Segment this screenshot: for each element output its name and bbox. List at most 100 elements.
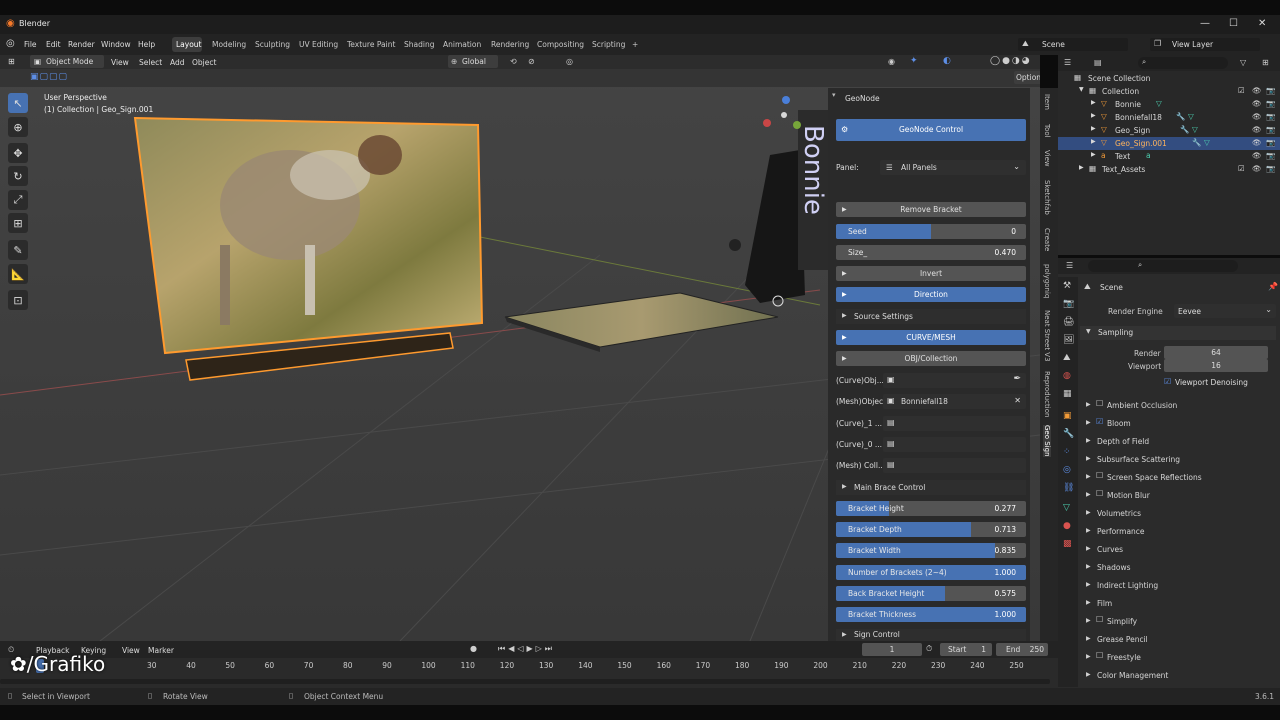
- timeline-menu-view[interactable]: View: [122, 646, 140, 655]
- section-subsurface-scattering[interactable]: ▶ Subsurface Scattering: [1082, 452, 1278, 466]
- curve-object-field[interactable]: ▣ ✒: [883, 373, 1026, 388]
- eye-icon[interactable]: 👁: [1252, 138, 1262, 147]
- outliner-item-collection[interactable]: ▼ ▦ Collection ☑ 👁 📷: [1058, 85, 1280, 98]
- camera-icon[interactable]: 📷: [1266, 86, 1275, 95]
- material-tab-icon[interactable]: ●: [1063, 521, 1071, 531]
- section-screen-space-reflections[interactable]: ▶ ☐ Screen Space Reflections: [1082, 470, 1278, 484]
- particles-tab-icon[interactable]: ⁘: [1063, 447, 1071, 457]
- output-tab-icon[interactable]: 🖨: [1063, 317, 1074, 327]
- invert-button[interactable]: ▶ Invert: [836, 266, 1026, 281]
- shading-modes-icon[interactable]: ◯●◑◕: [990, 56, 1032, 66]
- blender-menu-icon[interactable]: ◎: [6, 38, 15, 49]
- measure-tool-button[interactable]: 📐: [8, 264, 28, 284]
- section-curves[interactable]: ▶ Curves: [1082, 542, 1278, 556]
- tab-create[interactable]: Create: [1043, 228, 1051, 251]
- modifier-tab-icon[interactable]: 🔧: [1063, 429, 1074, 439]
- outliner-search-input[interactable]: ⌕: [1138, 57, 1228, 69]
- eye-icon[interactable]: 👁: [1252, 125, 1262, 134]
- eyedropper-icon[interactable]: ✒: [1013, 374, 1021, 384]
- scene-tab-icon[interactable]: ⛰: [1063, 353, 1071, 363]
- tab-texture-paint[interactable]: Texture Paint: [347, 40, 395, 49]
- camera-icon[interactable]: 📷: [1266, 138, 1275, 147]
- outliner-item-geo-sign-001[interactable]: ▶ ▽ Geo_Sign.001 🔧 ▽ 👁 📷: [1058, 137, 1280, 150]
- start-frame-field[interactable]: Start 1: [940, 643, 992, 656]
- visibility-icon[interactable]: ◉: [888, 57, 895, 66]
- menu-window[interactable]: Window: [101, 40, 131, 49]
- camera-icon[interactable]: 📷: [1266, 99, 1275, 108]
- overlays-toggle-icon[interactable]: ◐: [943, 56, 951, 66]
- section-color-management[interactable]: ▶ Color Management: [1082, 668, 1278, 682]
- clock-icon[interactable]: ⏱: [926, 644, 932, 654]
- bracket-height-slider[interactable]: Bracket Height 0.277: [836, 501, 1026, 516]
- editor-type-icon[interactable]: ☰: [1066, 261, 1073, 270]
- viewport-menu-view[interactable]: View: [111, 58, 129, 67]
- camera-icon[interactable]: 📷: [1266, 164, 1275, 173]
- new-collection-icon[interactable]: ⊞: [1262, 58, 1269, 67]
- filter-icon[interactable]: ▽: [1240, 58, 1246, 67]
- back-bracket-height-slider[interactable]: Back Bracket Height 0.575: [836, 586, 1026, 601]
- constraints-tab-icon[interactable]: ⛓: [1063, 483, 1074, 493]
- outliner-item-bonnie[interactable]: ▶ ▽ Bonnie ▽ 👁 📷: [1058, 98, 1280, 111]
- tab-view[interactable]: View: [1043, 150, 1051, 167]
- tab-animation[interactable]: Animation: [443, 40, 481, 49]
- tab-compositing[interactable]: Compositing: [537, 40, 584, 49]
- tab-polygoniq[interactable]: polygoniq: [1043, 264, 1051, 298]
- section-shadows[interactable]: ▶ Shadows: [1082, 560, 1278, 574]
- pivot-icon[interactable]: ⟲: [510, 57, 517, 66]
- clear-icon[interactable]: ✕: [1014, 396, 1021, 405]
- section-grease-pencil[interactable]: ▶ Grease Pencil: [1082, 632, 1278, 646]
- mesh-collection-field[interactable]: ▤: [883, 458, 1026, 473]
- number-of-brackets-slider[interactable]: Number of Brackets (2~4) 1.000: [836, 565, 1026, 580]
- camera-object-icon[interactable]: [729, 239, 741, 251]
- panel-dropdown[interactable]: ☰ All Panels ⌄: [880, 160, 1026, 175]
- render-samples-field[interactable]: 64: [1164, 346, 1268, 359]
- obj-collection-button[interactable]: ▶ OBJ/Collection: [836, 351, 1026, 366]
- section-performance[interactable]: ▶ Performance: [1082, 524, 1278, 538]
- tab-shading[interactable]: Shading: [404, 40, 434, 49]
- outliner-scene-collection[interactable]: ▦ Scene Collection: [1058, 72, 1280, 85]
- render-tab-icon[interactable]: 📷: [1063, 299, 1074, 309]
- menu-help[interactable]: Help: [138, 40, 155, 49]
- physics-tab-icon[interactable]: ◎: [1063, 465, 1071, 475]
- viewport-menu-add[interactable]: Add: [170, 58, 185, 67]
- bracket-width-slider[interactable]: Bracket Width 0.835: [836, 543, 1026, 558]
- bracket-thickness-slider[interactable]: Bracket Thickness 1.000: [836, 607, 1026, 622]
- menu-render[interactable]: Render: [68, 40, 95, 49]
- editor-type-icon[interactable]: ⊞: [8, 57, 15, 66]
- annotate-tool-button[interactable]: ✎: [8, 240, 28, 260]
- current-frame-field[interactable]: 1: [862, 643, 922, 656]
- section-ambient-occlusion[interactable]: ▶ ☐ Ambient Occlusion: [1082, 398, 1278, 412]
- tab-layout[interactable]: Layout: [176, 40, 202, 49]
- tab-item[interactable]: Item: [1043, 94, 1051, 110]
- pin-icon[interactable]: 📌: [1268, 282, 1278, 291]
- denoise-checkbox[interactable]: ☑: [1164, 377, 1171, 386]
- tab-tool[interactable]: Tool: [1043, 124, 1051, 138]
- section-indirect-lighting[interactable]: ▶ Indirect Lighting: [1082, 578, 1278, 592]
- source-settings-section[interactable]: ▶ Source Settings: [836, 309, 1026, 324]
- tab-uv-editing[interactable]: UV Editing: [299, 40, 338, 49]
- curve-1-field[interactable]: ▤: [883, 416, 1026, 431]
- tab-rendering[interactable]: Rendering: [491, 40, 529, 49]
- section-bloom[interactable]: ▶ ☑ Bloom: [1082, 416, 1278, 430]
- menu-file[interactable]: File: [24, 40, 37, 49]
- seed-slider[interactable]: Seed 0: [836, 224, 1026, 239]
- direction-button[interactable]: ▶ Direction: [836, 287, 1026, 302]
- section-volumetrics[interactable]: ▶ Volumetrics: [1082, 506, 1278, 520]
- collection-tab-icon[interactable]: ▦: [1063, 389, 1072, 399]
- panel-drag-icon[interactable]: ▾: [832, 91, 836, 99]
- render-engine-dropdown[interactable]: Eevee ⌄: [1174, 304, 1276, 318]
- mesh-object-field[interactable]: ▣ Bonniefall18 ✕: [883, 394, 1026, 409]
- rotate-tool-button[interactable]: ↻: [8, 166, 28, 186]
- mode-selector[interactable]: ▣ Object Mode: [30, 55, 104, 68]
- checkbox-icon[interactable]: ☑: [1238, 164, 1245, 173]
- camera-icon[interactable]: 📷: [1266, 112, 1275, 121]
- close-button[interactable]: ✕: [1258, 18, 1266, 29]
- viewport-samples-field[interactable]: 16: [1164, 359, 1268, 372]
- tab-neat-street[interactable]: Neat Street V3: [1043, 310, 1051, 362]
- properties-search-input[interactable]: ⌕: [1088, 260, 1238, 272]
- texture-tab-icon[interactable]: ▩: [1063, 539, 1072, 549]
- bracket-depth-slider[interactable]: Bracket Depth 0.713: [836, 522, 1026, 537]
- maximize-button[interactable]: ☐: [1229, 18, 1238, 29]
- geonode-control-button[interactable]: ⚙ GeoNode Control: [836, 119, 1026, 141]
- tab-sketchfab[interactable]: Sketchfab: [1043, 180, 1051, 215]
